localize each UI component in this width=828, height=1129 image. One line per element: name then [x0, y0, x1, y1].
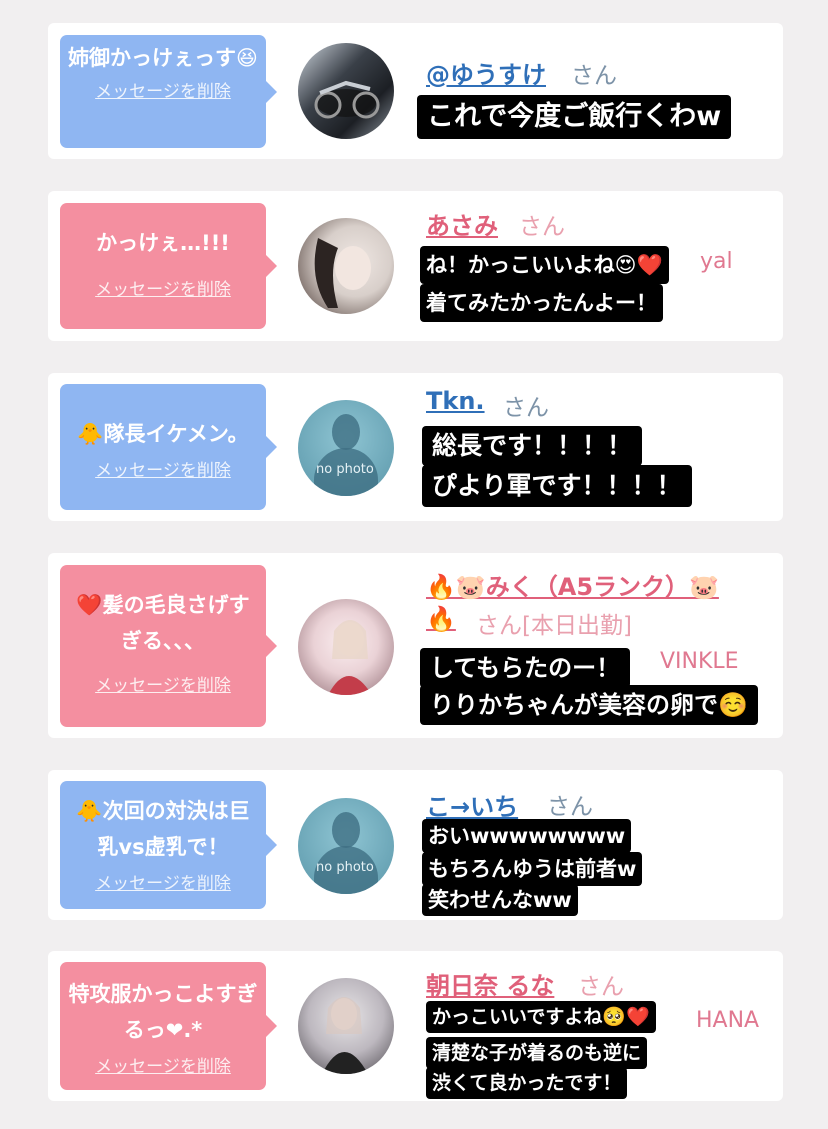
honorific: さん	[519, 214, 565, 240]
message-text: 🐥次回の対決は巨乳vs虚乳で！	[76, 799, 250, 859]
message-text: かっけぇ…!!!	[96, 231, 230, 255]
message-text: 姉御かっけぇっす😆	[68, 46, 258, 70]
caption-overlay: ね！かっこいいよね😍❤️	[420, 246, 669, 284]
no-photo-avatar[interactable]: no photo	[298, 400, 394, 496]
no-photo-label: no photo	[316, 860, 374, 875]
caption-overlay: ぴより軍です！！！！	[422, 465, 692, 507]
message-text: 特攻服かっこよすぎるっ❤︎.*	[68, 982, 258, 1042]
no-photo-label: no photo	[316, 462, 374, 477]
message-text: ❤️髪の毛良さげすぎる、、、	[76, 593, 250, 653]
honorific: さん	[547, 794, 593, 820]
profile-subtext: HANA	[696, 1008, 760, 1033]
caption-overlay: 渋くて良かったです！	[426, 1067, 628, 1099]
caption-overlay: 総長です！！！！	[422, 426, 643, 466]
avatar[interactable]	[298, 218, 394, 314]
caption-overlay: 笑わせんなww	[422, 884, 578, 916]
message-card: かっけぇ…!!! メッセージを削除 あさみ さん yal ね！かっこいいよね😍❤…	[48, 191, 783, 341]
honorific: さん	[578, 974, 624, 1000]
silhouette-head-icon	[332, 812, 360, 848]
user-name-link[interactable]: あさみ	[426, 206, 498, 241]
delete-message-link[interactable]: メッセージを削除	[60, 869, 266, 894]
honorific: さん[本日出勤]	[476, 613, 632, 639]
message-bubble: かっけぇ…!!! メッセージを削除	[60, 203, 277, 329]
delete-message-link[interactable]: メッセージを削除	[60, 77, 266, 102]
delete-message-link[interactable]: メッセージを削除	[60, 1052, 266, 1077]
caption-overlay: おいwwwwwwww	[422, 819, 632, 853]
profile-subtext: VINKLE	[660, 649, 739, 674]
honorific: さん	[571, 63, 617, 89]
message-text: 🐥隊長イケメン。	[77, 422, 249, 446]
user-name-link[interactable]: 朝日奈 るな	[426, 966, 554, 1001]
user-name-link[interactable]: 🔥	[426, 605, 456, 633]
message-bubble: 特攻服かっこよすぎるっ❤︎.* メッセージを削除	[60, 962, 277, 1090]
message-card: 🐥次回の対決は巨乳vs虚乳で！ メッセージを削除 no photo こ→いち さ…	[48, 770, 783, 920]
caption-overlay: 清楚な子が着るのも逆に	[426, 1037, 648, 1069]
message-bubble: 姉御かっけぇっす😆 メッセージを削除	[60, 35, 277, 148]
message-card: 姉御かっけぇっす😆 メッセージを削除 @ゆうすけ さん これで今度ご飯行くわw	[48, 23, 783, 159]
honorific: さん	[503, 395, 549, 421]
caption-overlay: これで今度ご飯行くわw	[417, 95, 732, 139]
avatar[interactable]	[298, 43, 394, 139]
profile-subtext: yal	[700, 249, 733, 274]
user-name-link[interactable]: @ゆうすけ	[426, 55, 546, 90]
person-photo-icon	[328, 620, 372, 695]
avatar[interactable]	[298, 599, 394, 695]
caption-overlay: してもらたのー！	[420, 648, 631, 688]
caption-overlay: 着てみたかったんよー！	[420, 284, 663, 322]
delete-message-link[interactable]: メッセージを削除	[60, 456, 266, 481]
person-photo-icon	[314, 238, 371, 308]
caption-overlay: かっこいいですよね🥺❤️	[426, 1001, 656, 1033]
no-photo-avatar[interactable]: no photo	[298, 798, 394, 894]
user-name-link[interactable]: Tkn.	[426, 387, 485, 415]
delete-message-link[interactable]: メッセージを削除	[60, 275, 266, 300]
message-bubble: 🐥次回の対決は巨乳vs虚乳で！ メッセージを削除	[60, 781, 277, 909]
user-name-link[interactable]: こ→いち	[426, 787, 518, 822]
caption-overlay: りりかちゃんが美容の卵で☺️	[420, 685, 758, 725]
motorcycle-photo-icon	[314, 80, 380, 119]
person-photo-icon	[322, 997, 368, 1074]
user-name-link[interactable]: 🔥🐷みく（A5ランク）🐷	[426, 567, 719, 602]
caption-overlay: もちろんゆうは前者w	[422, 852, 643, 886]
delete-message-link[interactable]: メッセージを削除	[60, 671, 266, 696]
message-card: ❤️髪の毛良さげすぎる、、、 メッセージを削除 🔥🐷みく（A5ランク）🐷 🔥 さ…	[48, 553, 783, 738]
silhouette-head-icon	[332, 414, 360, 450]
avatar[interactable]	[298, 978, 394, 1074]
message-bubble: 🐥隊長イケメン。 メッセージを削除	[60, 384, 277, 510]
message-card: 特攻服かっこよすぎるっ❤︎.* メッセージを削除 朝日奈 るな さん HANA …	[48, 951, 783, 1101]
message-card: 🐥隊長イケメン。 メッセージを削除 no photo Tkn. さん 総長です！…	[48, 373, 783, 521]
message-bubble: ❤️髪の毛良さげすぎる、、、 メッセージを削除	[60, 565, 277, 727]
